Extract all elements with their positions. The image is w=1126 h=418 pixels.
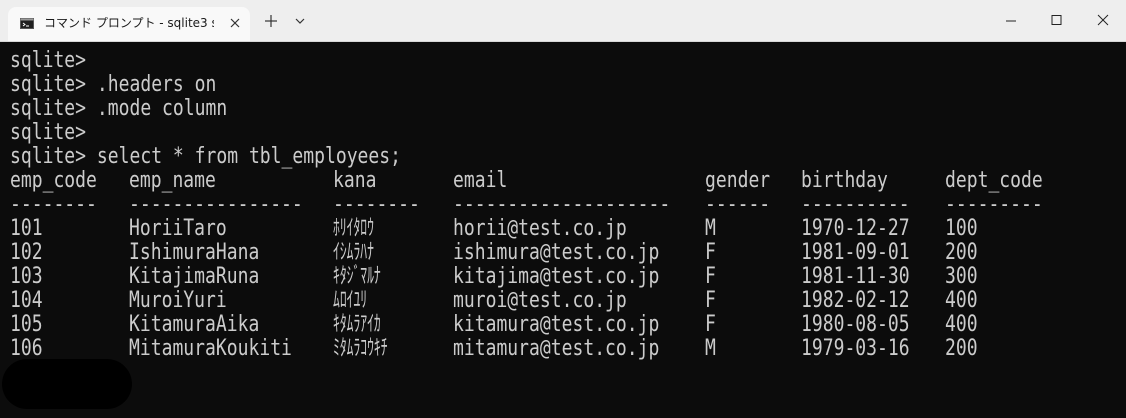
emp-code-cell: 105 — [10, 312, 43, 337]
dept-code-cell: 400 — [945, 288, 978, 313]
birthday-cell: 1981-09-01 — [801, 240, 910, 265]
email-cell: -------------------- — [453, 192, 671, 217]
email-cell: mitamura@test.co.jp — [453, 336, 660, 361]
emp-name-cell: KitajimaRuna — [129, 264, 260, 289]
close-window-icon[interactable] — [1080, 0, 1126, 41]
gender-cell: M — [705, 336, 716, 361]
gender-cell: F — [705, 264, 716, 289]
prompt-line: sqlite> — [10, 120, 87, 145]
gender-cell: M — [705, 216, 716, 241]
email-cell: email — [453, 168, 508, 193]
tab-title: コマンド プロンプト - sqlite3 sqlbl — [44, 16, 214, 30]
dept-code-cell: --------- — [945, 192, 1043, 217]
dept-code-cell: 100 — [945, 216, 978, 241]
emp-name-cell: emp_name — [129, 168, 216, 193]
emp-code-cell: emp_code — [10, 168, 97, 193]
birthday-cell: 1982-02-12 — [801, 288, 910, 313]
gender-cell: F — [705, 288, 716, 313]
gender-cell: ------ — [705, 192, 771, 217]
prompt-line: sqlite> — [10, 48, 87, 73]
minimize-icon[interactable] — [988, 0, 1034, 41]
emp-name-cell: KitamuraAika — [129, 312, 260, 337]
emp-code-cell: 101 — [10, 216, 43, 241]
birthday-cell: 1979-03-16 — [801, 336, 910, 361]
dept-code-cell: dept_code — [945, 168, 1043, 193]
command-prompt-icon — [20, 18, 34, 29]
kana-cell: ｲｼﾑﾗﾊﾅ — [333, 240, 374, 265]
redaction-blob — [2, 359, 132, 409]
email-cell: kitajima@test.co.jp — [453, 264, 660, 289]
kana-cell: ｷﾀｼﾞﾏﾙﾅ — [333, 264, 381, 289]
prompt-line: sqlite> .mode column — [10, 96, 228, 121]
terminal-window: コマンド プロンプト - sqlite3 sqlbl sqlite> sqlit… — [0, 0, 1126, 418]
kana-cell: ﾑﾛｲﾕﾘ — [333, 288, 368, 313]
emp-name-cell: IshimuraHana — [129, 240, 260, 265]
dept-code-cell: 400 — [945, 312, 978, 337]
email-cell: kitamura@test.co.jp — [453, 312, 660, 337]
tab-command-prompt[interactable]: コマンド プロンプト - sqlite3 sqlbl — [8, 7, 250, 41]
emp-code-cell: 103 — [10, 264, 43, 289]
maximize-icon[interactable] — [1034, 0, 1080, 41]
title-bar[interactable]: コマンド プロンプト - sqlite3 sqlbl — [0, 0, 1126, 42]
kana-cell: -------- — [333, 192, 420, 217]
emp-name-cell: HoriiTaro — [129, 216, 227, 241]
terminal-output[interactable]: sqlite> sqlite> .headers on sqlite> .mod… — [0, 42, 1126, 418]
dept-code-cell: 300 — [945, 264, 978, 289]
new-tab-plus-icon[interactable] — [259, 9, 283, 33]
prompt-line: sqlite> select * from tbl_employees; — [10, 144, 401, 169]
birthday-cell: birthday — [801, 168, 888, 193]
dept-code-cell: 200 — [945, 336, 978, 361]
emp-code-cell: 104 — [10, 288, 43, 313]
birthday-cell: ---------- — [801, 192, 910, 217]
dept-code-cell: 200 — [945, 240, 978, 265]
emp-name-cell: MitamuraKoukiti — [129, 336, 292, 361]
emp-name-cell: ---------------- — [129, 192, 303, 217]
tab-close-icon[interactable] — [228, 16, 242, 30]
kana-cell: kana — [333, 168, 377, 193]
gender-cell: F — [705, 240, 716, 265]
chevron-down-icon[interactable] — [288, 9, 312, 33]
gender-cell: F — [705, 312, 716, 337]
email-cell: ishimura@test.co.jp — [453, 240, 660, 265]
birthday-cell: 1980-08-05 — [801, 312, 910, 337]
emp-code-cell: 106 — [10, 336, 43, 361]
emp-code-cell: 102 — [10, 240, 43, 265]
prompt-line: sqlite> .headers on — [10, 72, 217, 97]
emp-name-cell: MuroiYuri — [129, 288, 227, 313]
kana-cell: ｷﾀﾑﾗｱｲｶ — [333, 312, 381, 337]
kana-cell: ﾎﾘｲﾀﾛｳ — [333, 216, 374, 241]
gender-cell: gender — [705, 168, 771, 193]
birthday-cell: 1970-12-27 — [801, 216, 910, 241]
email-cell: horii@test.co.jp — [453, 216, 627, 241]
emp-code-cell: -------- — [10, 192, 97, 217]
birthday-cell: 1981-11-30 — [801, 264, 910, 289]
kana-cell: ﾐﾀﾑﾗｺｳｷﾁ — [333, 336, 388, 361]
email-cell: muroi@test.co.jp — [453, 288, 627, 313]
